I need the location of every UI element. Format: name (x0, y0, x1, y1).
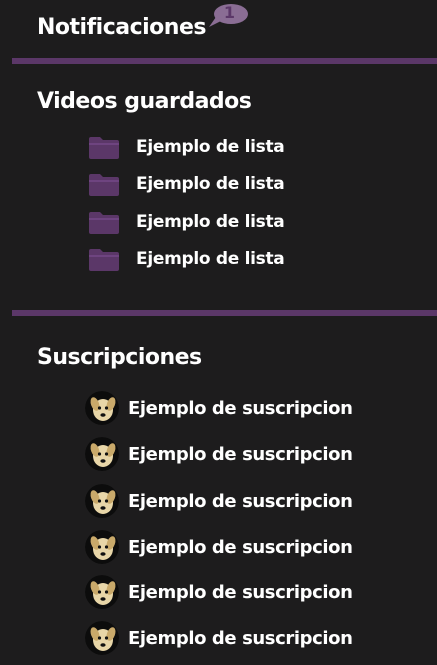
subscription-item[interactable]: Ejemplo de suscripcion (85, 484, 353, 518)
dog-avatar-icon (85, 530, 119, 564)
saved-list-label: Ejemplo de lista (136, 249, 285, 269)
subscription-item[interactable]: Ejemplo de suscripcion (85, 391, 353, 425)
dog-avatar-icon (85, 621, 119, 655)
section-divider (12, 310, 437, 316)
saved-videos-title: Videos guardados (37, 89, 252, 114)
subscription-label: Ejemplo de suscripcion (128, 443, 353, 465)
subscription-item[interactable]: Ejemplo de suscripcion (85, 530, 353, 564)
saved-list-item[interactable]: Ejemplo de lista (88, 210, 285, 234)
saved-list-label: Ejemplo de lista (136, 174, 285, 194)
saved-list-item[interactable]: Ejemplo de lista (88, 135, 285, 159)
saved-list-item[interactable]: Ejemplo de lista (88, 172, 285, 196)
dog-avatar-icon (85, 484, 119, 518)
saved-list-label: Ejemplo de lista (136, 137, 285, 157)
saved-list-item[interactable]: Ejemplo de lista (88, 247, 285, 271)
notification-count: 1 (223, 3, 236, 22)
folder-icon (89, 137, 119, 159)
subscription-label: Ejemplo de suscripcion (128, 627, 353, 649)
subscriptions-title: Suscripciones (37, 345, 202, 370)
saved-list-label: Ejemplo de lista (136, 212, 285, 232)
folder-icon (89, 212, 119, 234)
folder-icon (89, 174, 119, 196)
subscription-label: Ejemplo de suscripcion (128, 397, 353, 419)
subscription-label: Ejemplo de suscripcion (128, 490, 353, 512)
subscription-label: Ejemplo de suscripcion (128, 581, 353, 603)
dog-avatar-icon (85, 391, 119, 425)
notification-badge[interactable]: 1 (207, 2, 248, 30)
subscription-item[interactable]: Ejemplo de suscripcion (85, 437, 353, 471)
dog-avatar-icon (85, 437, 119, 471)
subscription-item[interactable]: Ejemplo de suscripcion (85, 621, 353, 655)
section-divider (12, 58, 437, 64)
dog-avatar-icon (85, 575, 119, 609)
notifications-title[interactable]: Notificaciones (37, 15, 206, 40)
subscription-label: Ejemplo de suscripcion (128, 536, 353, 558)
folder-icon (89, 249, 119, 271)
subscription-item[interactable]: Ejemplo de suscripcion (85, 575, 353, 609)
